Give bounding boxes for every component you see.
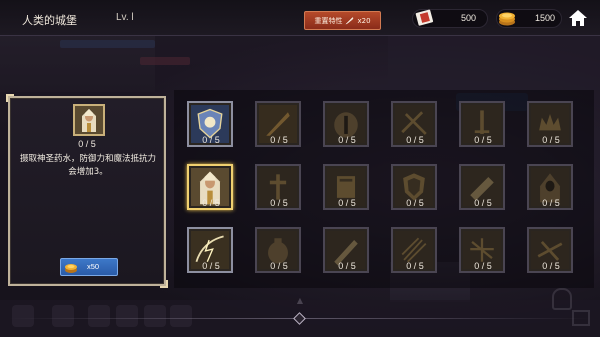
trait-slot-progress: 0 / 5 [406, 261, 424, 271]
upgrade-trait-button[interactable]: x50 [60, 258, 118, 276]
reset-traits-cost: x20 [357, 16, 371, 25]
trait-slot-progress: 0 / 5 [474, 135, 492, 145]
gold-count: 1500 [535, 13, 556, 23]
trait-slot-progress: 0 / 5 [202, 198, 220, 208]
level-label: Lv. l [116, 12, 134, 23]
trait-detail-icon-frame [73, 104, 105, 136]
trait-slot-progress: 0 / 5 [406, 198, 424, 208]
home-icon[interactable] [568, 8, 588, 28]
ticket-icon [415, 9, 434, 26]
trait-slot-progress: 0 / 5 [474, 261, 492, 271]
upgrade-trait-cost: x50 [87, 262, 100, 271]
feather-icon [346, 17, 354, 25]
trait-slot-progress: 0 / 5 [202, 135, 220, 145]
trait-slot-progress: 0 / 5 [474, 198, 492, 208]
trait-slot-progress: 0 / 5 [338, 135, 356, 145]
trait-slot-progress: 0 / 5 [542, 135, 560, 145]
trait-slot-progress: 0 / 5 [202, 261, 220, 271]
trait-slot-progress: 0 / 5 [270, 198, 288, 208]
top-bar: 人类的城堡 Lv. l 重置特性 x20 500 1500 [0, 0, 600, 36]
reset-traits-button[interactable]: 重置特性 x20 [304, 11, 381, 30]
reset-traits-label: 重置特性 [314, 16, 343, 25]
trait-slot-progress: 0 / 5 [270, 261, 288, 271]
trait-detail-description: 摄取神圣药水，防御力和魔法抵抗力会增加3。 [19, 154, 156, 177]
page-title: 人类的城堡 [22, 14, 77, 27]
trait-slot-progress: 0 / 5 [542, 198, 560, 208]
trait-slot-progress: 0 / 5 [338, 261, 356, 271]
trait-slot-progress: 0 / 5 [542, 261, 560, 271]
trait-detail-progress: 0 / 5 [78, 139, 96, 149]
trait-detail-panel: 0 / 5 摄取神圣药水，防御力和魔法抵抗力会增加3。 x50 [6, 94, 168, 288]
ticket-count: 500 [461, 13, 477, 23]
trait-slot-progress: 0 / 5 [406, 135, 424, 145]
priest-icon [75, 106, 103, 134]
gold-coins-icon [499, 12, 515, 26]
trait-slot-progress: 0 / 5 [270, 135, 288, 145]
gold-coins-icon [65, 264, 77, 273]
trait-slot-progress: 0 / 5 [338, 198, 356, 208]
